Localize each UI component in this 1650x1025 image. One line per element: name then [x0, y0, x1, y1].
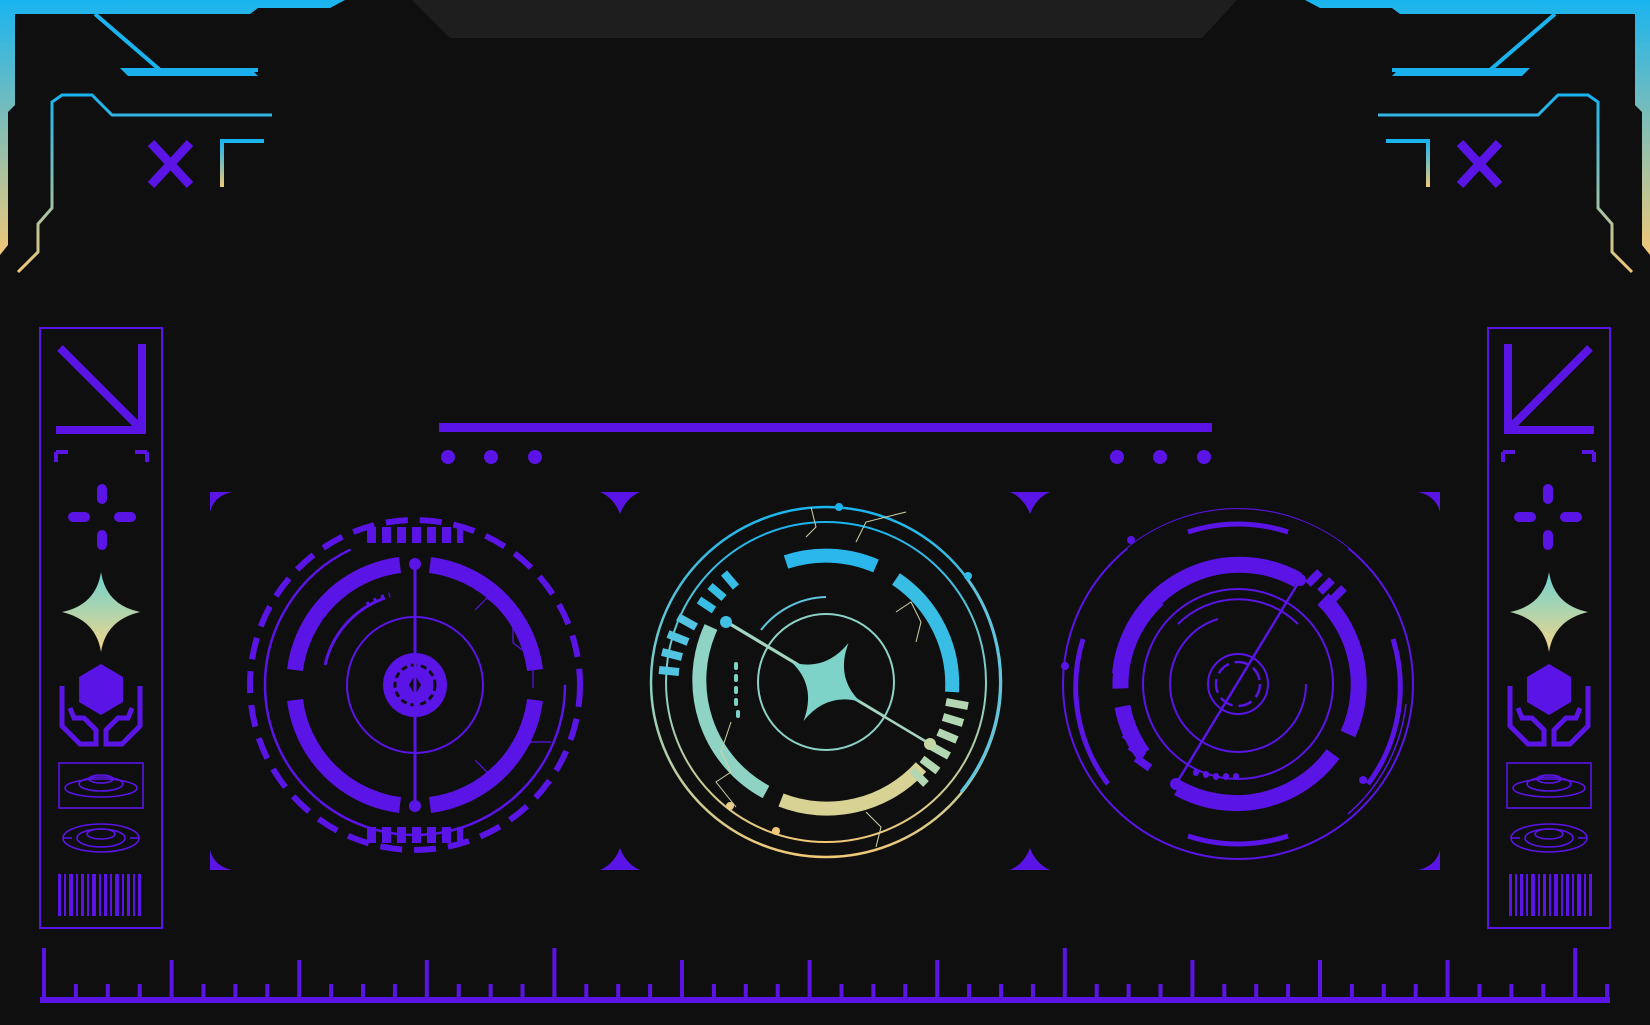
- hud-frame: [0, 0, 1650, 1025]
- top-tab: [412, 0, 1237, 38]
- barcode-icon: [58, 874, 141, 916]
